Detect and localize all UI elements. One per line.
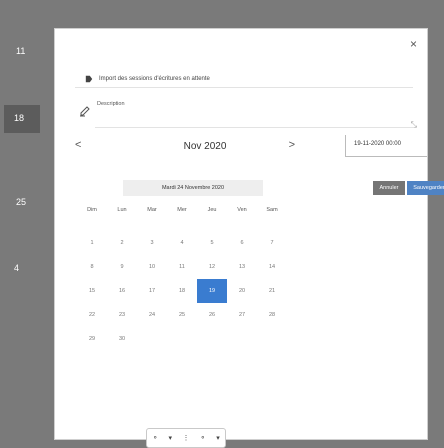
import-row: Import des sessions d'écritures en atten… [85,75,210,83]
day-cell[interactable]: 21 [257,279,287,303]
day-cell[interactable]: 25 [167,303,197,327]
save-button[interactable]: Sauvegarder [407,181,444,195]
day-cell[interactable]: 7 [257,231,287,255]
weekday-label: Lun [117,207,127,213]
day-cell[interactable]: 11 [167,255,197,279]
session-import-modal: × Import des sessions d'écritures en att… [54,28,444,440]
weekday-label: Dim [87,207,97,213]
selected-date-label: Mardi 24 Novembre 2020 [123,180,263,196]
day-cell[interactable]: 4 [167,231,197,255]
bg-day-4: 4 [14,263,20,273]
bg-day-11: 11 [16,46,26,56]
day-cell[interactable]: 22 [77,303,107,327]
weekday-label: Mar [147,207,157,213]
day-cell[interactable]: 6 [227,231,257,255]
description-label: Description [97,101,125,107]
close-icon[interactable]: × [410,37,417,51]
day-cell[interactable]: 23 [107,303,137,327]
day-cell [197,327,227,351]
circle-icon[interactable]: ⚬ [152,434,158,442]
day-cell-today[interactable]: 19 [197,279,227,303]
day-cell[interactable]: 29 [77,327,107,351]
edit-icon [80,106,90,117]
chevron-down-icon[interactable]: ▾ [169,434,173,442]
calendar-week: 8 9 10 11 12 13 14 [77,255,307,279]
tag-icon [85,75,93,83]
resize-handle-icon[interactable]: ⤡ [411,120,417,130]
day-cell[interactable]: 13 [227,255,257,279]
day-cell[interactable]: 20 [227,279,257,303]
day-cell[interactable]: 8 [77,255,107,279]
day-cell [167,327,197,351]
more-icon[interactable]: ⋮ [182,434,189,442]
bottom-toolbar: ⚬ ▾ ⋮ ⚬ ▾ [146,428,226,448]
cancel-button[interactable]: Annuler [373,181,405,195]
day-cell[interactable]: 1 [77,231,107,255]
circle-icon[interactable]: ⚬ [200,434,206,442]
day-cell [227,327,257,351]
day-cell[interactable]: 14 [257,255,287,279]
calendar-week: 22 23 24 25 26 27 28 [77,303,307,327]
day-cell [137,327,167,351]
weekday-label: Mer [177,207,187,213]
day-cell[interactable]: 27 [227,303,257,327]
day-cell[interactable]: 12 [197,255,227,279]
weekday-label: Ven [237,207,247,213]
day-cell[interactable]: 26 [197,303,227,327]
calendar-week: 29 30 [77,327,307,351]
calendar-week: 15 16 17 18 19 20 21 [77,279,307,303]
day-cell[interactable]: 28 [257,303,287,327]
bg-day-18: 18 [14,113,25,123]
weekday-label: Sam [266,207,278,213]
next-month-button[interactable]: > [289,139,295,151]
datetime-input[interactable]: 19-11-2020 00:00 [345,135,427,157]
calendar-grid: 1 2 3 4 5 6 7 8 9 10 11 12 13 14 15 16 1… [77,231,307,351]
calendar-week: 1 2 3 4 5 6 7 [77,231,307,255]
day-cell [257,327,287,351]
day-cell[interactable]: 15 [77,279,107,303]
weekday-label: Jeu [207,207,217,213]
day-cell[interactable]: 18 [167,279,197,303]
day-cell[interactable]: 2 [107,231,137,255]
calendar-month: Nov 2020 [183,141,227,152]
import-label: Import des sessions d'écritures en atten… [99,76,210,82]
day-cell[interactable]: 17 [137,279,167,303]
bg-day-25: 25 [16,197,27,207]
day-cell[interactable]: 5 [197,231,227,255]
description-field[interactable] [95,109,415,128]
day-cell[interactable]: 10 [137,255,167,279]
chevron-down-icon[interactable]: ▾ [216,434,220,442]
day-cell[interactable]: 24 [137,303,167,327]
divider [75,87,413,88]
day-cell[interactable]: 9 [107,255,137,279]
weekday-header: Dim Lun Mar Mer Jeu Ven Sam [77,207,307,213]
day-cell[interactable]: 30 [107,327,137,351]
calendar-header: < Nov 2020 > [75,131,335,159]
day-cell[interactable]: 16 [107,279,137,303]
day-cell[interactable]: 3 [137,231,167,255]
